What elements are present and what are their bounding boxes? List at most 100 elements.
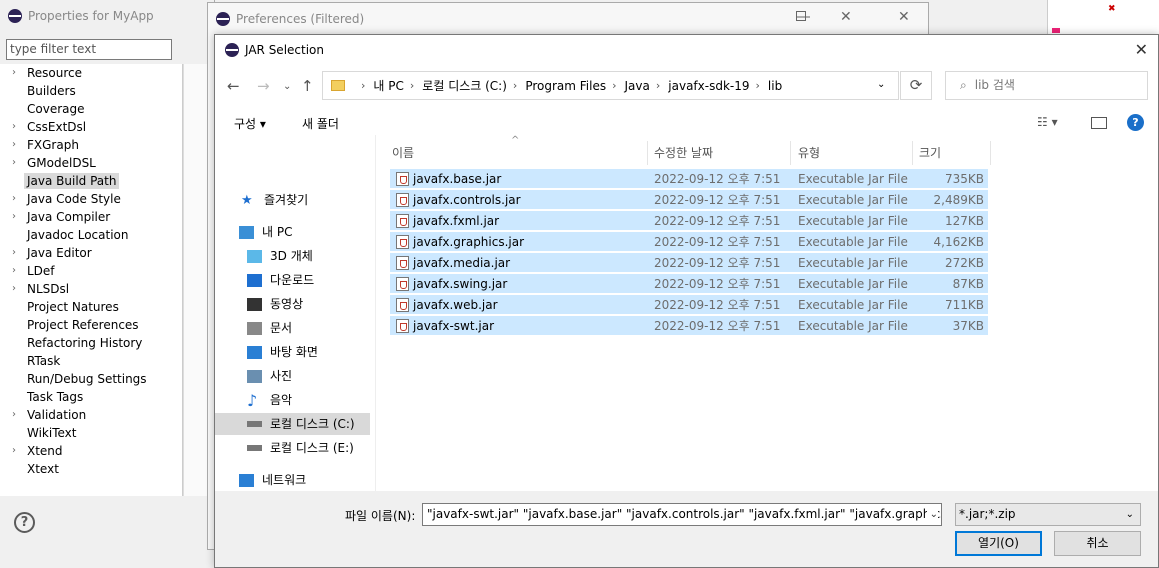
tree-item[interactable]: WikiText bbox=[0, 424, 182, 442]
forward-icon[interactable]: → bbox=[257, 77, 270, 95]
chevron-right-icon[interactable]: › bbox=[12, 208, 16, 226]
help-button[interactable]: ? bbox=[14, 512, 35, 533]
close-icon[interactable]: ✕ bbox=[1135, 40, 1148, 59]
file-row[interactable]: javafx.swing.jar 2022-09-12 오후 7:51 Execut… bbox=[390, 274, 988, 294]
properties-titlebar[interactable]: Properties for MyApp bbox=[0, 0, 214, 32]
tree-item[interactable]: › CssExtDsl bbox=[0, 118, 182, 136]
help-icon[interactable]: ? bbox=[1127, 114, 1144, 131]
nav-item[interactable]: 바탕 화면 bbox=[247, 341, 318, 363]
nav-item[interactable]: ★ 즐겨찾기 bbox=[241, 189, 308, 211]
tree-item[interactable]: Refactoring History bbox=[0, 334, 182, 352]
close-icon[interactable]: ✕ bbox=[898, 9, 910, 25]
chevron-right-icon[interactable]: › bbox=[12, 280, 16, 298]
filetype-select[interactable]: *.jar;*.zip ⌄ bbox=[955, 503, 1141, 526]
chevron-right-icon[interactable]: › bbox=[12, 64, 16, 82]
breadcrumb[interactable]: lib bbox=[768, 79, 782, 93]
nav-item[interactable]: 로컬 디스크 (C:) bbox=[215, 413, 370, 435]
breadcrumb[interactable]: Program Files bbox=[525, 79, 606, 93]
breadcrumb[interactable]: javafx-sdk-19 bbox=[668, 79, 749, 93]
breadcrumb-separator-icon[interactable]: › bbox=[612, 79, 616, 92]
tree-item[interactable]: Javadoc Location bbox=[0, 226, 182, 244]
tree-item[interactable]: › NLSDsl bbox=[0, 280, 182, 298]
breadcrumb[interactable]: Java bbox=[625, 79, 650, 93]
new-folder-button[interactable]: 새 폴더 bbox=[302, 115, 339, 132]
chevron-down-icon[interactable]: ⌄ bbox=[926, 504, 938, 525]
close-icon[interactable]: ✕ bbox=[840, 9, 852, 25]
refresh-button[interactable]: ⟳ bbox=[900, 71, 932, 100]
breadcrumb[interactable]: 로컬 디스크 (C:) bbox=[422, 77, 507, 94]
tree-item[interactable]: › Validation bbox=[0, 406, 182, 424]
breadcrumb-separator-icon[interactable]: › bbox=[756, 79, 760, 92]
nav-item[interactable]: 3D 개체 bbox=[247, 245, 313, 267]
breadcrumb[interactable]: 내 PC bbox=[373, 77, 403, 94]
preferences-titlebar[interactable]: Preferences (Filtered) bbox=[208, 3, 928, 35]
dialog-titlebar[interactable]: JAR Selection bbox=[215, 35, 1158, 65]
tree-item[interactable]: › GModelDSL bbox=[0, 154, 182, 172]
tree-item[interactable]: RTask bbox=[0, 352, 182, 370]
nav-item[interactable]: 네트워크 bbox=[239, 469, 306, 491]
tree-item[interactable]: Project References bbox=[0, 316, 182, 334]
nav-item[interactable]: 내 PC bbox=[239, 221, 292, 243]
tree-item[interactable]: › FXGraph bbox=[0, 136, 182, 154]
tree-item[interactable]: Java Build Path bbox=[0, 172, 182, 190]
navigation-pane: ★ 즐겨찾기 내 PC 3D 개체 다운로드 동영상 문서 바탕 화면 사진 ♪ 음악 로컬 디스크 … bbox=[215, 135, 373, 491]
chevron-right-icon[interactable]: › bbox=[12, 442, 16, 460]
search-input[interactable]: ⌕ lib 검색 bbox=[945, 71, 1148, 100]
back-icon[interactable]: ← bbox=[227, 77, 240, 95]
column-modified[interactable]: 수정한 날짜 bbox=[648, 141, 791, 165]
maximize-icon[interactable] bbox=[796, 11, 806, 21]
recent-dropdown-icon[interactable]: ⌄ bbox=[283, 81, 291, 92]
chevron-right-icon[interactable]: › bbox=[12, 262, 16, 280]
file-row[interactable]: javafx.media.jar 2022-09-12 오후 7:51 Execut… bbox=[390, 253, 988, 273]
file-row[interactable]: javafx.fxml.jar 2022-09-12 오후 7:51 Executa… bbox=[390, 211, 988, 231]
nav-item[interactable]: 사진 bbox=[247, 365, 292, 387]
chevron-right-icon[interactable]: › bbox=[12, 154, 16, 172]
chevron-down-icon[interactable]: ⌄ bbox=[877, 79, 885, 90]
cancel-button[interactable]: 취소 bbox=[1054, 531, 1141, 556]
chevron-right-icon[interactable]: › bbox=[12, 244, 16, 262]
tree-item-label: Builders bbox=[27, 84, 76, 98]
tree-item[interactable]: Coverage bbox=[0, 100, 182, 118]
nav-item[interactable]: ♪ 음악 bbox=[247, 389, 292, 411]
nav-item[interactable]: 동영상 bbox=[247, 293, 303, 315]
column-size[interactable]: 크기 bbox=[913, 141, 991, 165]
tree-item[interactable]: › LDef bbox=[0, 262, 182, 280]
open-button[interactable]: 열기(O) bbox=[955, 531, 1042, 556]
nav-item[interactable]: 다운로드 bbox=[247, 269, 314, 291]
tree-item[interactable]: Run/Debug Settings bbox=[0, 370, 182, 388]
chevron-right-icon[interactable]: › bbox=[12, 406, 16, 424]
nav-item[interactable]: 로컬 디스크 (E:) bbox=[247, 437, 354, 459]
tree-item[interactable]: › Java Code Style bbox=[0, 190, 182, 208]
organize-button[interactable]: 구성 ▾ bbox=[234, 115, 266, 132]
up-icon[interactable]: ↑ bbox=[301, 77, 314, 95]
file-row[interactable]: javafx-swt.jar 2022-09-12 오후 7:51 Executab… bbox=[390, 316, 988, 336]
chevron-right-icon[interactable]: › bbox=[12, 136, 16, 154]
tree-item-label: Xtext bbox=[27, 462, 59, 476]
chevron-right-icon[interactable]: › bbox=[12, 118, 16, 136]
preview-pane-icon[interactable] bbox=[1091, 117, 1107, 129]
breadcrumb-separator-icon[interactable]: › bbox=[410, 79, 414, 92]
filename-input[interactable]: "javafx-swt.jar" "javafx.base.jar" "java… bbox=[422, 503, 942, 526]
tree-item[interactable]: › Java Editor bbox=[0, 244, 182, 262]
breadcrumb-separator-icon[interactable]: › bbox=[361, 79, 365, 92]
breadcrumb-separator-icon[interactable]: › bbox=[656, 79, 660, 92]
filter-input[interactable]: type filter text bbox=[6, 39, 172, 60]
breadcrumb-separator-icon[interactable]: › bbox=[513, 79, 517, 92]
column-type[interactable]: 유형 bbox=[792, 141, 913, 165]
file-name: javafx.controls.jar bbox=[390, 190, 521, 210]
tree-item[interactable]: Task Tags bbox=[0, 388, 182, 406]
file-row[interactable]: javafx.web.jar 2022-09-12 오후 7:51 Executab… bbox=[390, 295, 988, 315]
tree-item[interactable]: Xtext bbox=[0, 460, 182, 478]
nav-item[interactable]: 문서 bbox=[247, 317, 292, 339]
tree-item[interactable]: › Xtend bbox=[0, 442, 182, 460]
tree-item[interactable]: › Resource bbox=[0, 64, 182, 82]
file-row[interactable]: javafx.controls.jar 2022-09-12 오후 7:51 Exe… bbox=[390, 190, 988, 210]
file-row[interactable]: javafx.graphics.jar 2022-09-12 오후 7:51 Exe… bbox=[390, 232, 988, 252]
tree-item[interactable]: › Java Compiler bbox=[0, 208, 182, 226]
tree-item[interactable]: Builders bbox=[0, 82, 182, 100]
view-options-icon[interactable]: ☷ ▾ bbox=[1037, 115, 1058, 129]
address-bar[interactable]: › 내 PC › 로컬 디스크 (C:) › Program Files › Java › jav… bbox=[322, 71, 899, 100]
file-row[interactable]: javafx.base.jar 2022-09-12 오후 7:51 Executa… bbox=[390, 169, 988, 189]
chevron-right-icon[interactable]: › bbox=[12, 190, 16, 208]
tree-item[interactable]: Project Natures bbox=[0, 298, 182, 316]
